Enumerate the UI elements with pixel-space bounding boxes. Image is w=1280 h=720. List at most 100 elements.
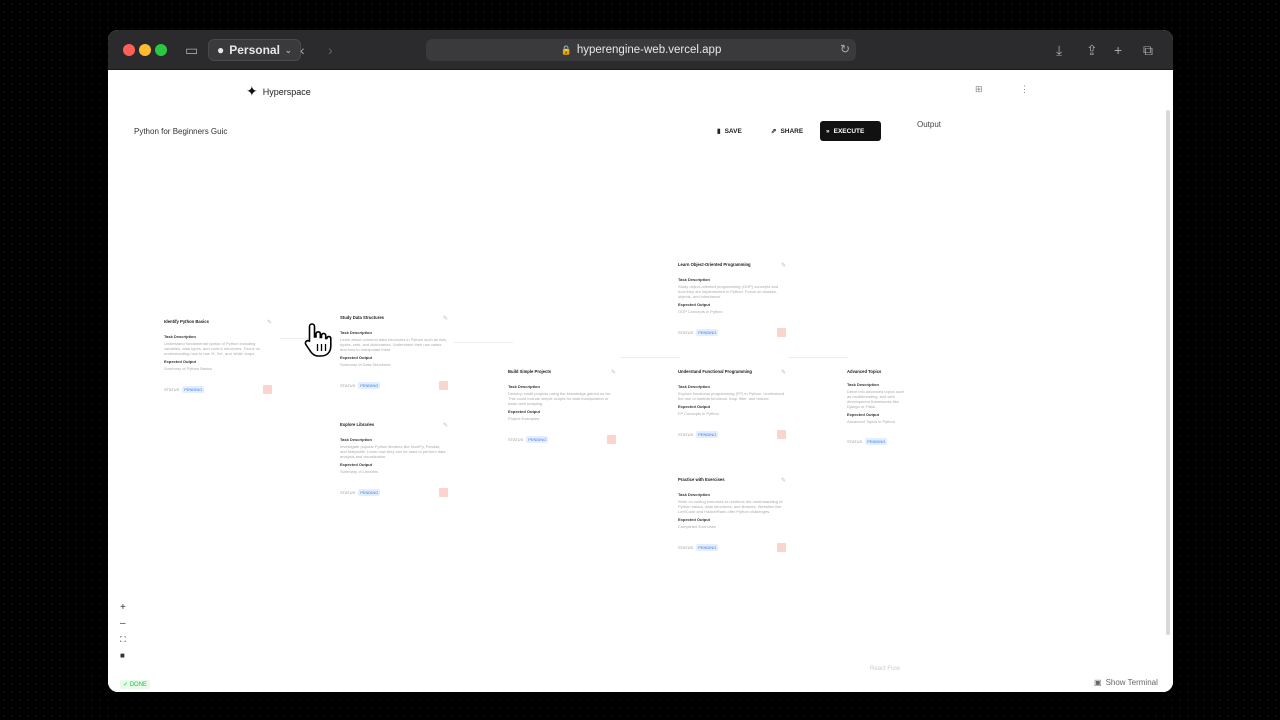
trash-icon[interactable]: [263, 385, 272, 394]
trash-icon[interactable]: [777, 430, 786, 439]
pencil-icon[interactable]: ✎: [781, 262, 786, 269]
trash-icon[interactable]: [439, 381, 448, 390]
person-icon: ●: [217, 43, 225, 57]
profile-button[interactable]: ● Personal ⌄: [208, 39, 301, 61]
page-content: ✦ Hyperspace ⊞ ⋮ Python for Beginners Gu…: [108, 70, 1173, 692]
task-node[interactable]: Practice with Exercises ✎ Task Descriptio…: [672, 473, 792, 556]
status-badge: PENDING: [865, 438, 888, 445]
save-button[interactable]: ▮ SAVE: [711, 121, 748, 141]
node-title: Learn Object-Oriented Programming: [678, 262, 751, 267]
chevron-down-icon: ⌄: [284, 45, 292, 55]
node-title: Build Simple Projects: [508, 369, 552, 374]
trash-icon[interactable]: [439, 488, 448, 497]
browser-window: ▭ ● Personal ⌄ ‹ › 🔒 hyperengine-web.ver…: [108, 30, 1173, 692]
expected-output-text: Completed Exercises: [678, 524, 716, 529]
show-terminal-label: Show Terminal: [1105, 678, 1158, 687]
task-description-label: Task Description: [678, 384, 710, 389]
react-flow-attribution[interactable]: React Flow: [870, 666, 900, 672]
address-bar[interactable]: 🔒 hyperengine-web.vercel.app ↻: [426, 39, 856, 61]
back-icon[interactable]: ‹: [300, 41, 305, 59]
sidebar-toggle-icon[interactable]: ▭: [185, 41, 198, 59]
vertical-scrollbar[interactable]: [1166, 110, 1170, 635]
status-label: STATUS: [508, 437, 524, 442]
expected-output-text: Project Examples: [508, 416, 540, 421]
grid-icon[interactable]: ⊞: [975, 84, 983, 95]
pencil-icon[interactable]: ✎: [781, 477, 786, 484]
task-description-text: Understand fundamental syntax of Python …: [164, 341, 261, 356]
status-badge: PENDING: [696, 431, 719, 438]
task-description-text: Explore functional programming (FP) in P…: [678, 391, 785, 401]
status-badge: PENDING: [526, 436, 549, 443]
task-node[interactable]: Study Data Structures ✎ Task Description …: [334, 311, 454, 394]
pencil-icon[interactable]: ✎: [443, 422, 448, 429]
task-description-text: Develop small projects using the knowled…: [508, 391, 611, 406]
expected-output-label: Expected Output: [678, 404, 711, 409]
trash-icon[interactable]: [777, 328, 786, 337]
zoom-window-button[interactable]: [155, 44, 167, 56]
hyperspace-logo[interactable]: ✦ Hyperspace: [246, 83, 311, 100]
task-node[interactable]: Build Simple Projects ✎ Task Description …: [502, 365, 622, 448]
expected-output-label: Expected Output: [678, 517, 711, 522]
double-chevron-icon: »: [826, 127, 830, 135]
pencil-icon[interactable]: ✎: [443, 315, 448, 322]
status-badge: PENDING: [696, 544, 719, 551]
task-description-label: Task Description: [340, 437, 372, 442]
terminal-icon: ▣: [1094, 678, 1102, 687]
download-icon[interactable]: ⤓: [1056, 41, 1062, 59]
output-panel-title: Output: [917, 120, 942, 129]
pencil-icon[interactable]: ✎: [267, 319, 272, 326]
close-window-button[interactable]: [123, 44, 135, 56]
task-description-text: Delve into advanced topics such as multi…: [847, 389, 905, 409]
task-description-text: Investigate popular Python libraries lik…: [340, 444, 446, 459]
lock-icon: 🔒: [560, 44, 572, 55]
trash-icon[interactable]: [607, 435, 616, 444]
reload-icon[interactable]: ↻: [840, 42, 850, 56]
flow-edge: [788, 357, 848, 358]
trash-icon[interactable]: [777, 543, 786, 552]
status-badge: PENDING: [696, 329, 719, 336]
execute-button[interactable]: » EXECUTE: [820, 121, 881, 141]
status-badge: ✓ DONE: [120, 680, 151, 689]
expected-output-text: Summary of Data Structures: [340, 362, 391, 367]
node-title: Practice with Exercises: [678, 477, 725, 482]
node-title: Study Data Structures: [340, 315, 384, 320]
node-title: Explore Libraries: [340, 422, 375, 427]
link-icon: ⇗: [771, 128, 777, 135]
forward-icon[interactable]: ›: [328, 41, 333, 59]
fit-view-icon[interactable]: ⛶: [120, 635, 126, 645]
document-title-input[interactable]: Python for Beginners Guic: [134, 127, 236, 136]
lock-view-icon[interactable]: ■: [120, 651, 125, 661]
done-label: DONE: [129, 682, 148, 688]
task-node[interactable]: Understand Functional Programming ✎ Task …: [672, 365, 792, 443]
task-description-text: Study object-oriented programming (OOP) …: [678, 284, 779, 299]
zoom-in-icon[interactable]: +: [120, 603, 126, 613]
zoom-out-icon[interactable]: –: [120, 619, 126, 629]
minimize-window-button[interactable]: [139, 44, 151, 56]
show-terminal-button[interactable]: ▣ Show Terminal: [1094, 678, 1158, 687]
task-node[interactable]: Explore Libraries ✎ Task Description Inve…: [334, 418, 454, 501]
flow-edge: [453, 342, 513, 343]
expected-output-text: OOP Concepts in Python: [678, 309, 723, 314]
task-node[interactable]: Advanced Topics Task Description Delve i…: [841, 365, 911, 449]
tab-overview-icon[interactable]: ⧉: [1143, 41, 1153, 59]
expected-output-label: Expected Output: [340, 462, 373, 467]
task-node[interactable]: Learn Object-Oriented Programming ✎ Task …: [672, 258, 792, 341]
status-label: STATUS: [847, 439, 863, 444]
pencil-icon[interactable]: ✎: [781, 369, 786, 376]
task-node[interactable]: Identify Python Basics ✎ Task Description…: [158, 315, 278, 398]
menu-icon[interactable]: ⋮: [1020, 84, 1029, 95]
flow-edge: [620, 357, 680, 358]
task-description-label: Task Description: [508, 384, 540, 389]
task-description-label: Task Description: [678, 492, 710, 497]
expected-output-text: FP Concepts in Python: [678, 411, 719, 416]
expected-output-text: Summary of Python Basics: [164, 366, 213, 371]
status-badge: PENDING: [358, 489, 381, 496]
share-icon[interactable]: ⇪: [1086, 41, 1098, 59]
expected-output-text: Advanced Topics in Python: [847, 419, 895, 424]
share-button[interactable]: ⇗ SHARE: [765, 121, 809, 141]
new-tab-icon[interactable]: +: [1114, 41, 1122, 59]
status-label: STATUS: [678, 330, 694, 335]
expected-output-label: Expected Output: [164, 359, 197, 364]
pencil-icon[interactable]: ✎: [611, 369, 616, 376]
save-label: SAVE: [724, 127, 742, 135]
